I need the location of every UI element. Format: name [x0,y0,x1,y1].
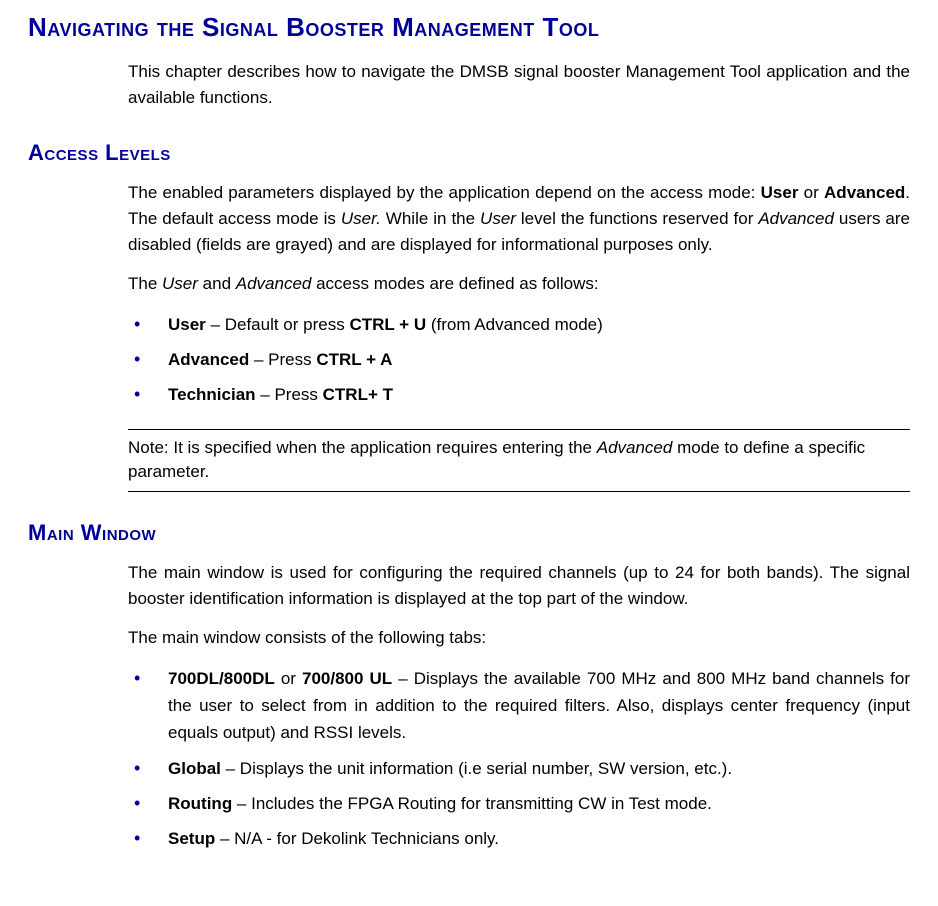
text-bold: Technician [168,385,256,404]
text: or [798,183,824,202]
text: While in the [381,209,480,228]
text-bold: User [761,183,799,202]
text-bold: Global [168,759,221,778]
text: – Default or press [206,315,350,334]
text: – N/A - for Dekolink Technicians only. [215,829,499,848]
text-bold: 700DL/800DL [168,669,275,688]
text-bold: 700/800 UL [302,669,392,688]
list-item: 700DL/800DL or 700/800 UL – Displays the… [128,661,910,751]
note-box: Note: It is specified when the applicati… [128,429,910,492]
list-item: Setup – N/A - for Dekolink Technicians o… [128,821,910,856]
text: – Press [256,385,323,404]
main-bullet-list: 700DL/800DL or 700/800 UL – Displays the… [128,661,910,856]
intro-paragraph: This chapter describes how to navigate t… [128,59,910,112]
text-bold: Routing [168,794,232,813]
text-italic: Advanced [597,438,673,457]
list-item: Advanced – Press CTRL + A [128,342,910,377]
text-bold: Advanced [824,183,905,202]
main-paragraph-2: The main window consists of the followin… [128,625,910,651]
text: – Includes the FPGA Routing for transmit… [232,794,712,813]
text: The [128,274,162,293]
text: or [275,669,302,688]
list-item: Global – Displays the unit information (… [128,751,910,786]
text: – Press [249,350,316,369]
text: – Displays the unit information (i.e ser… [221,759,732,778]
text: and [198,274,236,293]
text-italic: Advanced [758,209,834,228]
text-bold: CTRL + U [349,315,426,334]
text-bold: User [168,315,206,334]
list-item: User – Default or press CTRL + U (from A… [128,307,910,342]
text-italic: User [480,209,516,228]
text-bold: Advanced [168,350,249,369]
list-item: Routing – Includes the FPGA Routing for … [128,786,910,821]
access-paragraph-2: The User and Advanced access modes are d… [128,271,910,297]
text-italic: User. [341,209,381,228]
text: level the functions reserved for [516,209,758,228]
text-bold: CTRL+ T [323,385,393,404]
page-title: Navigating the Signal Booster Management… [28,12,910,43]
list-item: Technician – Press CTRL+ T [128,377,910,412]
text-bold: CTRL + A [316,350,392,369]
access-bullet-list: User – Default or press CTRL + U (from A… [128,307,910,413]
access-paragraph-1: The enabled parameters displayed by the … [128,180,910,259]
text: access modes are defined as follows: [311,274,598,293]
text: Note: It is specified when the applicati… [128,438,597,457]
text: The enabled parameters displayed by the … [128,183,761,202]
main-paragraph-1: The main window is used for configuring … [128,560,910,613]
text-italic: User [162,274,198,293]
section-heading-main-window: Main Window [28,520,910,546]
text: (from Advanced mode) [426,315,603,334]
section-heading-access-levels: Access Levels [28,140,910,166]
text-italic: Advanced [236,274,312,293]
text-bold: Setup [168,829,215,848]
